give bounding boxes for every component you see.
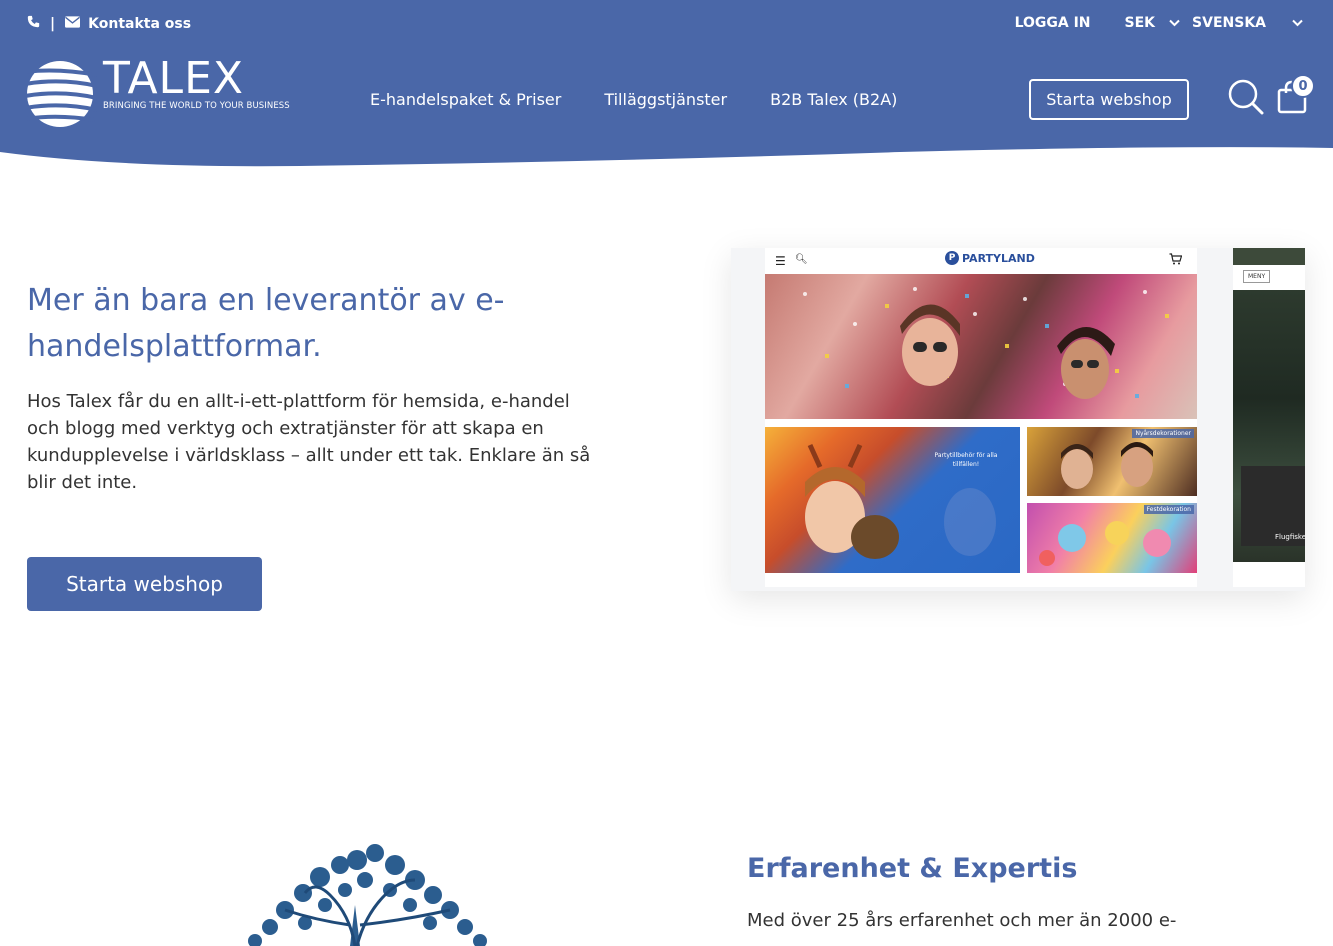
party-hero-image bbox=[765, 274, 1197, 419]
contact-label[interactable]: Kontakta oss bbox=[88, 16, 191, 32]
chevron-down-icon bbox=[1169, 15, 1180, 31]
logo-wordmark: TALEX bbox=[103, 53, 245, 104]
nav-item-packages[interactable]: E-handelspaket & Priser bbox=[370, 90, 561, 109]
currency-label: SEK bbox=[1124, 15, 1156, 31]
new-year-decorations-image: Nyårsdekorationer bbox=[1027, 427, 1197, 496]
side-caption: Flugfiske bbox=[1275, 533, 1305, 541]
cart-icon bbox=[1169, 253, 1183, 268]
tile-label: Nyårsdekorationer bbox=[1132, 429, 1194, 438]
language-label: SVENSKA bbox=[1192, 15, 1266, 31]
logo-tagline: BRINGING THE WORLD TO YOUR BUSINESS bbox=[103, 101, 290, 111]
contact-link[interactable]: | Kontakta oss bbox=[27, 15, 191, 32]
partyland-logo-icon: P bbox=[945, 251, 959, 265]
tree-illustration bbox=[145, 835, 595, 946]
side-menu-button: MENY bbox=[1243, 270, 1271, 283]
tile-caption: Partytillbehör för alla tillfällen! bbox=[934, 452, 998, 468]
globe-logo-icon bbox=[27, 61, 97, 127]
mail-icon[interactable] bbox=[65, 15, 81, 32]
mockup-brand-label: PARTYLAND bbox=[962, 251, 1035, 265]
nav-item-b2b[interactable]: B2B Talex (B2A) bbox=[770, 90, 897, 109]
party-decoration-image: Festdekoration bbox=[1027, 503, 1197, 573]
main-nav: E-handelspaket & Priser Tilläggstjänster… bbox=[370, 90, 897, 109]
hero-title: Mer än bara en leverantör av e-handelspl… bbox=[27, 283, 505, 364]
start-webshop-button[interactable]: Starta webshop bbox=[27, 557, 262, 611]
tile-label: Festdekoration bbox=[1143, 505, 1194, 514]
talex-logo[interactable]: TALEX BRINGING THE WORLD TO YOUR BUSINES… bbox=[27, 53, 290, 130]
phone-icon[interactable] bbox=[27, 15, 40, 32]
hamburger-menu-icon: ☰ bbox=[775, 254, 786, 268]
topbar-separator: | bbox=[50, 15, 56, 32]
site-header: | Kontakta oss LOGGA IN SEK SVENSKA TALE… bbox=[0, 0, 1333, 170]
side-topbar bbox=[1233, 248, 1305, 265]
mockup-brand: P PARTYLAND bbox=[945, 251, 1035, 265]
top-bar: | Kontakta oss LOGGA IN SEK SVENSKA bbox=[0, 0, 1333, 48]
fishing-store-screenshot: MENY Flugfiske bbox=[1233, 248, 1305, 587]
christmas-party-image: Partytillbehör för alla tillfällen! bbox=[765, 427, 1020, 573]
section-body: Med över 25 års erfarenhet och mer än 20… bbox=[747, 910, 1177, 931]
section-title: Erfarenhet & Expertis bbox=[747, 853, 1078, 884]
partyland-screenshot: ☰ 🔍︎ P PARTYLAND Partytillbehör för alla… bbox=[765, 248, 1197, 587]
currency-selector[interactable]: SEK bbox=[1125, 15, 1181, 31]
chevron-down-icon bbox=[1292, 15, 1303, 31]
mockup-header: ☰ 🔍︎ P PARTYLAND bbox=[765, 248, 1197, 274]
search-icon[interactable] bbox=[1228, 79, 1264, 119]
start-webshop-header-button[interactable]: Starta webshop bbox=[1029, 79, 1189, 120]
nav-item-addons[interactable]: Tilläggstjänster bbox=[604, 90, 727, 109]
hero-body: Hos Talex får du en allt-i-ett-plattform… bbox=[27, 391, 591, 493]
login-link[interactable]: LOGGA IN bbox=[1015, 15, 1091, 31]
cart-count-badge: 0 bbox=[1291, 74, 1315, 98]
language-selector[interactable]: SVENSKA bbox=[1192, 15, 1303, 31]
search-icon: 🔍︎ bbox=[795, 254, 808, 265]
